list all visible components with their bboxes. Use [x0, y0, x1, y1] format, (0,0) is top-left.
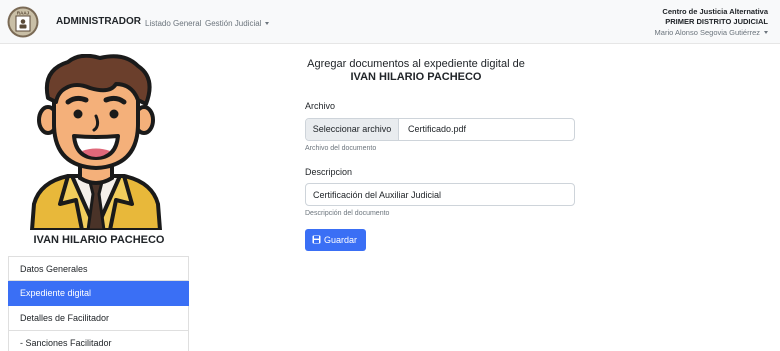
description-help-text: Descripción del documento — [305, 210, 390, 217]
org-info: Centro de Justicia Alternativa PRIMER DI… — [655, 7, 768, 38]
app-logo-icon[interactable]: RAAJ — [7, 6, 39, 38]
profile-name: IVAN HILARIO PACHECO — [33, 234, 165, 246]
brand-title[interactable]: ADMINISTRADOR — [56, 16, 141, 27]
nav-gestion-label: Gestión Judicial — [205, 19, 262, 28]
page-title: Agregar documentos al expediente digital… — [296, 58, 536, 84]
org-name: Centro de Justicia Alternativa — [662, 7, 768, 16]
nav-listado-general[interactable]: Listado General — [145, 19, 201, 28]
chevron-down-icon — [265, 22, 270, 25]
select-file-button[interactable]: Seleccionar archivo — [306, 119, 399, 140]
sidebar-item-datos-generales[interactable]: Datos Generales — [8, 256, 189, 281]
save-button[interactable]: Guardar — [305, 229, 366, 251]
page-title-line2: IVAN HILARIO PACHECO — [350, 71, 482, 83]
file-help-text: Archivo del documento — [305, 145, 377, 152]
sidebar-item-sanciones-facilitador[interactable]: - Sanciones Facilitador — [8, 331, 189, 351]
floppy-disk-icon — [312, 235, 321, 244]
user-menu[interactable]: Mario Alonso Segovia Gutiérrez — [655, 27, 768, 38]
file-input[interactable]: Seleccionar archivo Certificado.pdf — [305, 118, 575, 141]
top-navbar: RAAJ ADMINISTRADOR Listado General Gesti… — [0, 0, 780, 44]
sidebar-item-detalles-facilitador[interactable]: Detalles de Facilitador — [8, 306, 189, 331]
avatar — [29, 54, 163, 230]
description-input[interactable] — [305, 183, 575, 206]
district-name: PRIMER DISTRITO JUDICIAL — [665, 17, 768, 26]
user-name: Mario Alonso Segovia Gutiérrez — [654, 28, 760, 37]
nav-gestion-judicial[interactable]: Gestión Judicial — [205, 19, 270, 28]
chevron-down-icon — [764, 31, 768, 34]
logo-text: RAAJ — [17, 11, 30, 16]
sidebar-menu: Datos Generales Expediente digital Detal… — [8, 256, 189, 351]
save-button-label: Guardar — [324, 235, 358, 245]
page-title-line1: Agregar documentos al expediente digital… — [307, 58, 525, 70]
file-label: Archivo — [305, 101, 336, 111]
file-name: Certificado.pdf — [408, 124, 467, 134]
description-label: Descripcion — [305, 167, 353, 177]
sidebar-item-expediente-digital[interactable]: Expediente digital — [8, 281, 189, 306]
